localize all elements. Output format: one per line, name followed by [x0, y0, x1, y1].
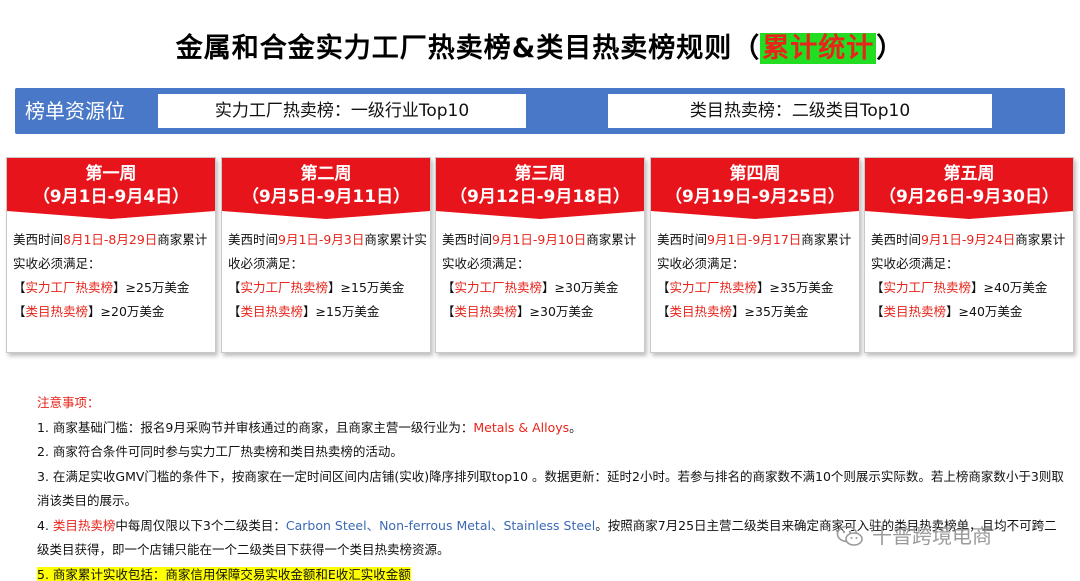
category-requirement: ≥20万美金	[100, 304, 165, 319]
week-range: （9月5日-9月11日）	[241, 187, 411, 207]
category-tag: 类目热卖榜	[240, 304, 304, 319]
period-prefix: 美西时间	[657, 232, 708, 247]
period-prefix: 美西时间	[13, 232, 64, 247]
week-name: 第二周	[300, 164, 352, 184]
week-header: 第三周 （9月12日-9月18日）	[436, 158, 644, 211]
category-requirement: ≥40万美金	[958, 304, 1023, 319]
category-tag: 类目热卖榜	[454, 304, 518, 319]
week-name: 第五周	[943, 164, 995, 184]
factory-tag: 实力工厂热卖榜	[25, 280, 114, 295]
week-card-4: 第四周 （9月19日-9月25日） 美西时间9月1日-9月17日商家累计实收必须…	[650, 157, 860, 353]
week-card-3: 第三周 （9月12日-9月18日） 美西时间9月1日-9月10日商家累计实收必须…	[435, 157, 645, 353]
note-4-tag: 类目热卖榜	[52, 517, 116, 533]
week-arrow	[436, 211, 644, 219]
factory-requirement: ≥30万美金	[554, 280, 619, 295]
resource-bar: 榜单资源位 实力工厂热卖榜：一级行业Top10 类目热卖榜：二级类目Top10	[15, 88, 1065, 134]
category-resource-box: 类目热卖榜：二级类目Top10	[608, 94, 992, 128]
period-range: 9月1日-9月17日	[707, 232, 802, 247]
note-1-industry: Metals & Alloys	[473, 419, 570, 435]
factory-tag: 实力工厂热卖榜	[240, 280, 329, 295]
period-prefix: 美西时间	[228, 232, 279, 247]
week-range: （9月19日-9月25日）	[664, 187, 846, 207]
week-range: （9月26日-9月30日）	[878, 187, 1060, 207]
note-4-categories: Carbon Steel、Non-ferrous Metal、Stainless…	[285, 517, 596, 533]
note-1: 1. 商家基础门槛：报名9月采购节并审核通过的商家，且商家主营一级行业为：Met…	[37, 416, 1067, 441]
week-body: 美西时间8月1日-8月29日商家累计实收必须满足： 【实力工厂热卖榜】≥25万美…	[13, 232, 208, 319]
period-range: 9月1日-9月3日	[278, 232, 365, 247]
period-prefix: 美西时间	[442, 232, 493, 247]
title-main: 金属和合金实力工厂热卖榜&类目热卖榜规则（	[175, 33, 761, 64]
week-arrow	[7, 211, 215, 219]
note-2: 2. 商家符合条件可同时参与实力工厂热卖榜和类目热卖榜的活动。	[37, 444, 403, 459]
week-arrow	[865, 211, 1073, 219]
week-card-5: 第五周 （9月26日-9月30日） 美西时间9月1日-9月24日商家累计实收必须…	[864, 157, 1074, 353]
category-tag: 类目热卖榜	[883, 304, 947, 319]
factory-requirement: ≥40万美金	[983, 280, 1048, 295]
week-body: 美西时间9月1日-9月10日商家累计实收必须满足： 【实力工厂热卖榜】≥30万美…	[442, 232, 637, 319]
watermark-text: 十普跨境电商	[872, 524, 992, 548]
factory-resource-box: 实力工厂热卖榜：一级行业Top10	[158, 94, 526, 128]
category-tag: 类目热卖榜	[669, 304, 733, 319]
period-range: 8月1日-8月29日	[63, 232, 158, 247]
notes-section: 注意事项： 1. 商家基础门槛：报名9月采购节并审核通过的商家，且商家主营一级行…	[37, 391, 1067, 581]
week-arrow	[222, 211, 430, 219]
week-header: 第二周 （9月5日-9月11日）	[222, 158, 430, 211]
period-range: 9月1日-9月24日	[921, 232, 1016, 247]
factory-requirement: ≥35万美金	[769, 280, 834, 295]
week-body: 美西时间9月1日-9月3日商家累计实收必须满足： 【实力工厂热卖榜】≥15万美金…	[228, 232, 427, 319]
factory-tag: 实力工厂热卖榜	[454, 280, 543, 295]
note-4-mid: 中每周仅限以下3个二级类目：	[115, 517, 286, 533]
week-card-1: 第一周 （9月1日-9月4日） 美西时间8月1日-8月29日商家累计实收必须满足…	[6, 157, 216, 353]
category-tag: 类目热卖榜	[25, 304, 89, 319]
period-prefix: 美西时间	[871, 232, 922, 247]
week-range: （9月1日-9月4日）	[32, 187, 190, 207]
category-requirement: ≥30万美金	[529, 304, 594, 319]
note-4-prefix: 4.	[37, 517, 53, 533]
page-title: 金属和合金实力工厂热卖榜&类目热卖榜规则（累计统计）	[0, 26, 1080, 65]
week-header: 第五周 （9月26日-9月30日）	[865, 158, 1073, 211]
week-header: 第四周 （9月19日-9月25日）	[651, 158, 859, 211]
note-1-suffix: 。	[569, 419, 582, 435]
note-5: 5. 商家累计实收包括：商家信用保障交易实收金额和E收汇实收金额	[37, 563, 1067, 581]
title-close: ）	[876, 33, 905, 64]
category-requirement: ≥15万美金	[315, 304, 380, 319]
week-body: 美西时间9月1日-9月17日商家累计实收必须满足： 【实力工厂热卖榜】≥35万美…	[657, 232, 852, 319]
period-range: 9月1日-9月10日	[492, 232, 587, 247]
factory-requirement: ≥25万美金	[125, 280, 190, 295]
factory-requirement: ≥15万美金	[340, 280, 405, 295]
notes-heading: 注意事项：	[37, 395, 100, 410]
week-name: 第一周	[85, 164, 137, 184]
resource-label: 榜单资源位	[25, 99, 125, 123]
week-name: 第三周	[514, 164, 566, 184]
week-header: 第一周 （9月1日-9月4日）	[7, 158, 215, 211]
watermark: 十普跨境电商	[836, 520, 1056, 552]
note-1-prefix: 1. 商家基础门槛：报名9月采购节并审核通过的商家，且商家主营一级行业为：	[37, 419, 474, 435]
category-requirement: ≥35万美金	[744, 304, 809, 319]
week-range: （9月12日-9月18日）	[449, 187, 631, 207]
week-card-2: 第二周 （9月5日-9月11日） 美西时间9月1日-9月3日商家累计实收必须满足…	[221, 157, 431, 353]
factory-tag: 实力工厂热卖榜	[883, 280, 972, 295]
note-3: 3. 在满足实收GMV门槛的条件下，按商家在一定时间区间内店铺(实收)降序排列取…	[37, 468, 1064, 509]
week-body: 美西时间9月1日-9月24日商家累计实收必须满足： 【实力工厂热卖榜】≥40万美…	[871, 232, 1066, 319]
factory-tag: 实力工厂热卖榜	[669, 280, 758, 295]
note-5-text: 5. 商家累计实收包括：商家信用保障交易实收金额和E收汇实收金额	[37, 566, 411, 581]
title-highlight: 累计统计	[760, 33, 877, 64]
week-name: 第四周	[729, 164, 781, 184]
week-arrow	[651, 211, 859, 219]
wechat-icon	[836, 525, 863, 546]
